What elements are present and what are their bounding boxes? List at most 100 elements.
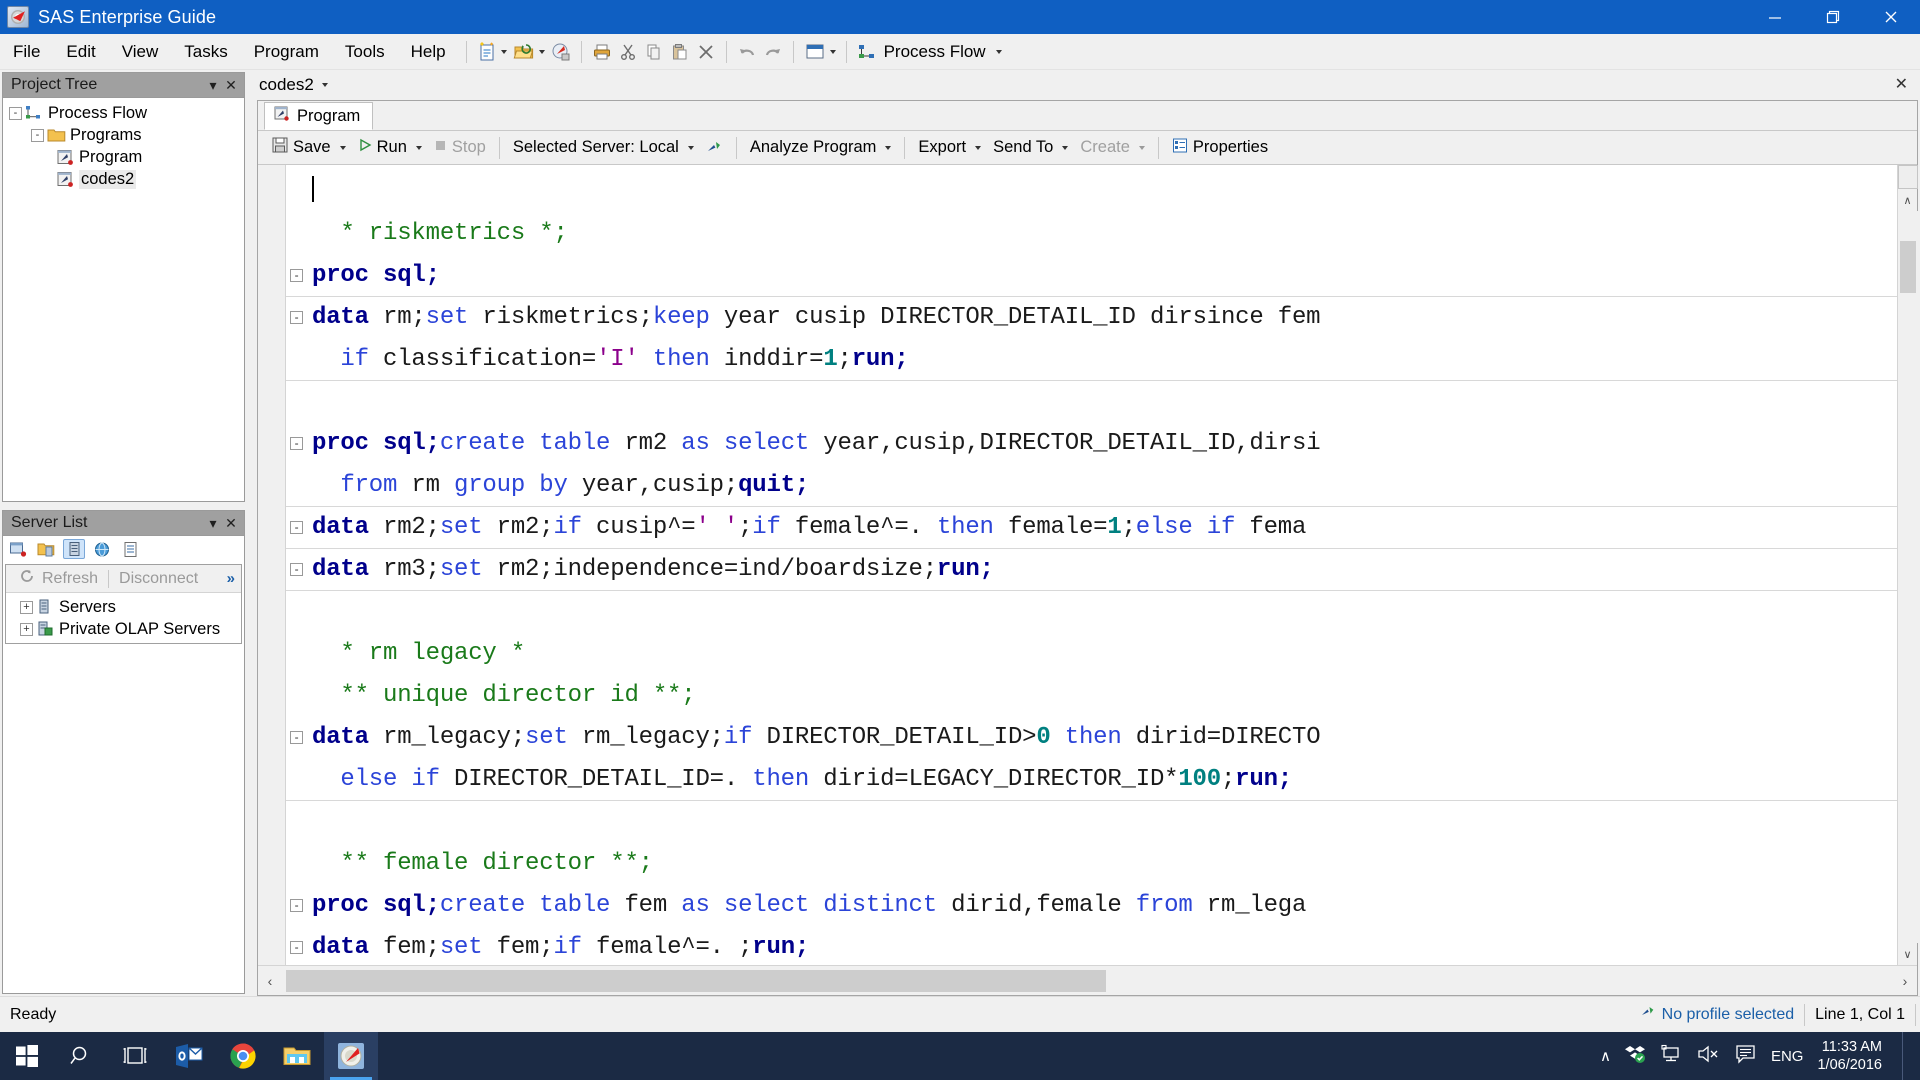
fold-toggle-icon[interactable]: - — [290, 899, 303, 912]
expander-icon[interactable]: - — [9, 107, 22, 120]
open-folder-icon[interactable] — [510, 38, 548, 66]
export-button[interactable]: Export — [912, 134, 987, 162]
scroll-down-button[interactable]: ∨ — [1898, 943, 1918, 965]
new-document-icon[interactable] — [474, 38, 510, 66]
run-button[interactable]: Run — [352, 134, 428, 162]
fold-toggle-icon[interactable]: - — [290, 521, 303, 534]
tree-node-servers[interactable]: + Servers — [8, 596, 239, 618]
show-desktop-button[interactable] — [1902, 1032, 1912, 1080]
chevron-down-icon[interactable] — [416, 146, 422, 150]
scroll-track-h[interactable] — [282, 968, 1893, 994]
status-profile[interactable]: No profile selected — [1630, 1003, 1805, 1027]
chevron-down-icon[interactable] — [688, 146, 694, 150]
menu-tasks[interactable]: Tasks — [171, 39, 240, 65]
fold-toggle-icon[interactable]: - — [290, 311, 303, 324]
send-to-button[interactable]: Send To — [987, 134, 1074, 162]
undo-icon[interactable] — [734, 38, 760, 66]
menu-view[interactable]: View — [109, 39, 172, 65]
paste-icon[interactable] — [667, 38, 693, 66]
copy-icon[interactable] — [641, 38, 667, 66]
tree-node-program[interactable]: Program — [5, 146, 242, 168]
fold-toggle-icon[interactable]: - — [290, 437, 303, 450]
refresh-button[interactable]: Refresh — [12, 569, 106, 588]
server-profile-icon[interactable] — [700, 134, 729, 162]
print-icon[interactable] — [589, 38, 615, 66]
tab-program[interactable]: Program — [264, 102, 373, 130]
document-tab-codes2[interactable]: codes2 — [259, 75, 328, 95]
sas-project-icon[interactable] — [548, 38, 574, 66]
dropbox-icon[interactable] — [1625, 1043, 1647, 1070]
properties-button[interactable]: Properties — [1166, 134, 1274, 162]
sas-eg-button[interactable] — [324, 1032, 378, 1080]
menu-edit[interactable]: Edit — [53, 39, 108, 65]
chevron-down-icon[interactable] — [975, 146, 981, 150]
code-line: ** female director **; — [286, 843, 1897, 885]
document-close-icon[interactable]: ✕ — [1895, 74, 1908, 94]
scroll-track[interactable] — [1898, 211, 1918, 943]
task-view-button[interactable] — [108, 1032, 162, 1080]
chevron-down-icon[interactable] — [885, 146, 891, 150]
selected-server-button[interactable]: Selected Server: Local — [507, 134, 700, 162]
chevron-down-icon[interactable] — [1062, 146, 1068, 150]
tree-node-process-flow[interactable]: - Process Flow — [5, 102, 242, 124]
save-button[interactable]: Save — [266, 134, 352, 162]
minimize-button[interactable] — [1746, 0, 1804, 34]
project-tree-body: - Process Flow - — [2, 97, 245, 502]
chrome-button[interactable] — [216, 1032, 270, 1080]
search-button[interactable] — [54, 1032, 108, 1080]
menu-program[interactable]: Program — [241, 39, 332, 65]
fold-toggle-icon[interactable]: - — [290, 563, 303, 576]
tree-node-private-olap-servers[interactable]: + Private OLAP Servers — [8, 618, 239, 640]
panel-menu-icon[interactable]: ▾ — [204, 514, 222, 532]
clock[interactable]: 11:33 AM 1/06/2016 — [1817, 1038, 1888, 1074]
chevron-down-icon[interactable] — [340, 146, 346, 150]
expander-icon[interactable]: + — [20, 623, 33, 636]
delete-x-icon[interactable] — [693, 38, 719, 66]
network-icon[interactable] — [1661, 1044, 1683, 1069]
tray-overflow-icon[interactable]: ∧ — [1600, 1047, 1611, 1065]
horizontal-scrollbar[interactable]: ‹ › — [258, 965, 1917, 995]
scroll-left-button[interactable]: ‹ — [258, 968, 282, 994]
add-server-icon[interactable] — [7, 539, 29, 559]
expander-icon[interactable]: - — [31, 129, 44, 142]
window-icon[interactable] — [801, 38, 839, 66]
panel-menu-icon[interactable]: ▾ — [204, 76, 222, 94]
fold-toggle-icon[interactable]: - — [290, 269, 303, 282]
code-editor[interactable]: * riskmetrics *;-proc sql;-data rm;set r… — [286, 165, 1897, 965]
file-explorer-button[interactable] — [270, 1032, 324, 1080]
tree-node-programs[interactable]: - Programs — [5, 124, 242, 146]
close-button[interactable] — [1862, 0, 1920, 34]
scroll-up-button[interactable]: ∧ — [1898, 189, 1918, 211]
cut-icon[interactable] — [615, 38, 641, 66]
disconnect-button[interactable]: Disconnect — [111, 570, 206, 588]
scroll-thumb-h[interactable] — [286, 970, 1106, 992]
folder-servers-icon[interactable] — [35, 539, 57, 559]
olap-globe-icon[interactable] — [91, 539, 113, 559]
overflow-chevron-icon[interactable]: » — [227, 570, 235, 587]
menu-help[interactable]: Help — [398, 39, 459, 65]
redo-icon[interactable] — [760, 38, 786, 66]
language-indicator[interactable]: ENG — [1771, 1048, 1804, 1065]
scroll-top-box[interactable] — [1898, 165, 1918, 189]
scroll-right-button[interactable]: › — [1893, 968, 1917, 994]
analyze-program-button[interactable]: Analyze Program — [744, 134, 898, 162]
panel-close-icon[interactable]: ✕ — [222, 76, 240, 94]
expander-icon[interactable]: + — [20, 601, 33, 614]
menu-file[interactable]: File — [0, 39, 53, 65]
tree-node-codes2[interactable]: codes2 — [5, 168, 242, 190]
chevron-down-icon[interactable] — [322, 83, 328, 87]
start-button[interactable] — [0, 1032, 54, 1080]
scroll-thumb[interactable] — [1900, 241, 1916, 293]
list-icon[interactable] — [119, 539, 141, 559]
maximize-button[interactable] — [1804, 0, 1862, 34]
menu-tools[interactable]: Tools — [332, 39, 398, 65]
fold-toggle-icon[interactable]: - — [290, 731, 303, 744]
action-center-icon[interactable] — [1735, 1044, 1757, 1069]
vertical-scrollbar[interactable]: ∧ ∨ — [1897, 165, 1917, 965]
fold-toggle-icon[interactable]: - — [290, 941, 303, 954]
outlook-button[interactable] — [162, 1032, 216, 1080]
volume-muted-icon[interactable] — [1697, 1044, 1721, 1069]
panel-close-icon[interactable]: ✕ — [222, 514, 240, 532]
server-icon[interactable] — [63, 539, 85, 559]
process-flow-button[interactable]: Process Flow — [854, 38, 1005, 66]
